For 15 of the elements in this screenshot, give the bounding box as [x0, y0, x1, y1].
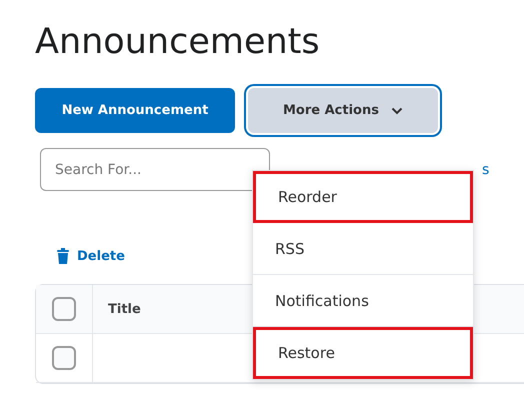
more-actions-button[interactable]: More Actions — [248, 88, 438, 133]
column-header: Title — [108, 302, 141, 316]
page-title: Announcements — [35, 21, 321, 58]
menu-item[interactable]: RSS — [253, 223, 473, 275]
link-text[interactable]: s — [482, 162, 490, 178]
new-announcement-button[interactable]: New Announcement — [35, 88, 235, 133]
menu-item[interactable]: Reorder — [253, 171, 473, 223]
checkbox[interactable] — [52, 297, 76, 321]
menu-item[interactable]: Restore — [253, 327, 473, 379]
search-field[interactable]: Search For... — [40, 148, 270, 191]
trash-icon — [57, 248, 69, 264]
chevron-down-icon — [390, 106, 403, 114]
delete-button[interactable]: Delete — [57, 248, 125, 264]
menu-item[interactable]: Notifications — [253, 275, 473, 327]
checkbox[interactable] — [52, 346, 76, 370]
